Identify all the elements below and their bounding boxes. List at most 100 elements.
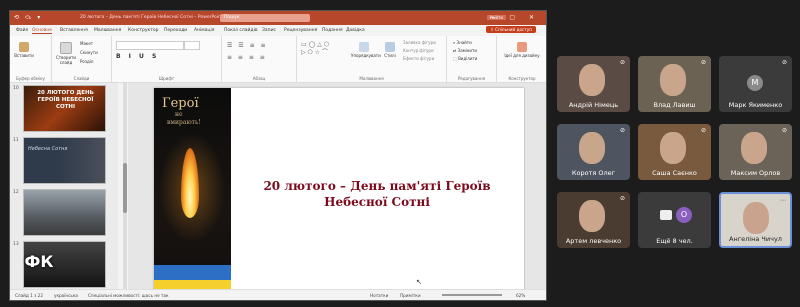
tab-animations[interactable]: Анімація: [194, 28, 214, 33]
select-button[interactable]: ⬚ Виділити: [453, 56, 477, 61]
participant-name: Ещё 8 чел.: [656, 237, 693, 245]
mic-off-icon: ⊘: [701, 59, 707, 66]
candle-image: Герої не вмирають!: [154, 88, 231, 295]
paste-button[interactable]: Вставити: [14, 42, 34, 58]
participant-video: [579, 200, 605, 232]
tab-view[interactable]: Подання: [322, 28, 343, 33]
new-slide-icon: [60, 42, 72, 54]
mic-off-icon: ⊘: [782, 127, 788, 134]
search-input[interactable]: Пошук: [220, 14, 310, 22]
title-bar: ⟲ ⤼ ▾ 20 лютого – День пам'яті Героїв Не…: [10, 11, 546, 25]
tab-slideshow[interactable]: Показ слайдів: [224, 28, 257, 33]
mic-off-icon: ⊘: [620, 195, 626, 202]
tab-home[interactable]: Основне: [32, 28, 53, 34]
thumbnail-scrollbar[interactable]: [123, 83, 127, 292]
participant-tile[interactable]: M ⊘ Марк Якименко: [719, 56, 792, 112]
current-slide[interactable]: Герої не вмирають! 20 лютого – День пам'…: [154, 88, 524, 295]
shape-effects-button[interactable]: Ефекти фігури: [403, 56, 434, 61]
zoom-slider[interactable]: [442, 294, 502, 296]
shape-outline-button[interactable]: Контур фігури: [403, 48, 434, 53]
window-controls[interactable]: — ▢ ✕: [489, 14, 540, 21]
more-participants-tile[interactable]: O Ещё 8 чел.: [638, 192, 711, 248]
designer-button[interactable]: Ідеї для дизайну: [503, 42, 541, 58]
cursor-icon: ↖: [416, 278, 422, 286]
slide-number: 11: [13, 138, 19, 143]
participant-name: Максим Орлов: [730, 169, 781, 177]
tab-design[interactable]: Конструктор: [128, 28, 158, 33]
participant-name: Влад Лавиш: [653, 101, 696, 109]
participant-video: [660, 64, 686, 96]
tab-file[interactable]: Файл: [16, 28, 28, 33]
candle-subheading-2: вмирають!: [167, 119, 201, 126]
mic-off-icon: ⊘: [782, 59, 788, 66]
participant-video: [741, 132, 767, 164]
section-button[interactable]: Розділ: [80, 59, 93, 64]
reset-button[interactable]: Скинути: [80, 50, 98, 55]
new-slide-button[interactable]: Створити слайд: [55, 42, 77, 65]
group-clipboard: Вставити Буфер обміну: [10, 36, 52, 82]
tab-record[interactable]: Запис: [262, 28, 276, 33]
participant-tile-active[interactable]: ⋯ Ангеліна Чичул: [719, 192, 792, 248]
participant-tile[interactable]: ⊘ Влад Лавиш: [638, 56, 711, 112]
notes-button[interactable]: Нотатки: [370, 293, 388, 298]
mic-off-icon: ⊘: [701, 127, 707, 134]
slide-counter: Слайд 1 з 22: [15, 293, 43, 298]
layout-button[interactable]: Макет: [80, 41, 93, 46]
slide-number: 12: [13, 190, 19, 195]
status-bar: Слайд 1 з 22 українська Спеціальні можли…: [10, 289, 546, 300]
designer-icon: [517, 42, 527, 52]
candle-subheading: не: [175, 111, 183, 118]
paste-icon: [19, 42, 29, 52]
find-button[interactable]: ⌕ Знайти: [453, 40, 472, 45]
ribbon: Вставити Буфер обміну Створити слайд Мак…: [10, 36, 546, 83]
slide-title[interactable]: 20 лютого – День пам'яті Героїв Небесної…: [237, 178, 517, 210]
document-title: 20 лютого – День пам'яті Героїв Небесної…: [80, 15, 223, 20]
arrange-icon: [359, 42, 369, 52]
participant-tile[interactable]: ⊘ Коротя Олег: [557, 124, 630, 180]
candle-heading: Герої: [162, 96, 199, 111]
participant-tile[interactable]: ⊘ Саша Саєнко: [638, 124, 711, 180]
tab-insert[interactable]: Вставлення: [60, 28, 88, 33]
slide-thumbnail[interactable]: [23, 189, 106, 236]
font-size-select[interactable]: [184, 41, 200, 50]
tab-review[interactable]: Рецензування: [284, 28, 317, 33]
participant-tile[interactable]: ⊘ Максим Орлов: [719, 124, 792, 180]
group-editing: ⌕ Знайти ⇄ Замінити ⬚ Виділити Редагуван…: [447, 36, 497, 82]
participant-tile[interactable]: ⊘ Артем левченко: [557, 192, 630, 248]
participant-video: [579, 132, 605, 164]
replace-button[interactable]: ⇄ Замінити: [453, 48, 477, 53]
align-buttons[interactable]: ≡ ≡ ≡ ≡: [227, 54, 267, 61]
participant-name: Артем левченко: [565, 237, 622, 245]
avatar: M: [747, 75, 763, 91]
accessibility-status[interactable]: Спеціальні можливості: щось не так: [88, 293, 169, 298]
participant-video: [579, 64, 605, 96]
styles-icon: [385, 42, 395, 52]
group-drawing: ▭ ◯ △ ⬡ ▷ ⬠ ☆ ⌒ Упорядкувати Стилі Заливк…: [297, 36, 447, 82]
arrange-button[interactable]: Упорядкувати: [351, 42, 381, 58]
share-button[interactable]: ⇪ Спільний доступ: [486, 26, 536, 33]
thumbnail-text: 20 ЛЮТОГО ДЕНЬ ГЕРОЇВ НЕБЕСНОЇ СОТНІ: [37, 90, 94, 110]
font-format-buttons[interactable]: B I U S: [116, 53, 159, 60]
list-buttons[interactable]: ☰ ☰ ≡ ≡: [227, 42, 268, 49]
tab-transitions[interactable]: Переходи: [164, 28, 187, 33]
font-name-select[interactable]: [116, 41, 184, 50]
quick-access-toolbar[interactable]: ⟲ ⤼ ▾: [14, 14, 42, 22]
participant-grid: ⊘ Андрій Німець ⊘ Влад Лавиш M ⊘ Марк Як…: [557, 56, 793, 256]
slide-number: 10: [13, 86, 19, 91]
shape-fill-button[interactable]: Заливка фігури: [403, 40, 436, 45]
language-indicator[interactable]: українська: [54, 293, 78, 298]
shapes-gallery[interactable]: ▭ ◯ △ ⬡ ▷ ⬠ ☆ ⌒: [301, 41, 345, 65]
more-options-icon[interactable]: ⋯: [780, 198, 786, 204]
comments-button[interactable]: Примітки: [400, 293, 421, 298]
ribbon-tabs: Файл Основне Вставлення Малювання Констр…: [10, 25, 546, 35]
zoom-level[interactable]: 62%: [516, 293, 525, 298]
camera-icon: [660, 210, 672, 220]
participant-tile[interactable]: ⊘ Андрій Німець: [557, 56, 630, 112]
tab-help[interactable]: Довідка: [346, 28, 365, 33]
slide-thumbnail[interactable]: 20 ЛЮТОГО ДЕНЬ ГЕРОЇВ НЕБЕСНОЇ СОТНІ: [23, 85, 106, 132]
tab-draw[interactable]: Малювання: [94, 28, 121, 33]
scrollbar-thumb[interactable]: [123, 163, 127, 213]
slide-thumbnail[interactable]: Небесна Сотня: [23, 137, 106, 184]
quick-styles-button[interactable]: Стилі: [381, 42, 399, 58]
mic-off-icon: ⊘: [620, 59, 626, 66]
